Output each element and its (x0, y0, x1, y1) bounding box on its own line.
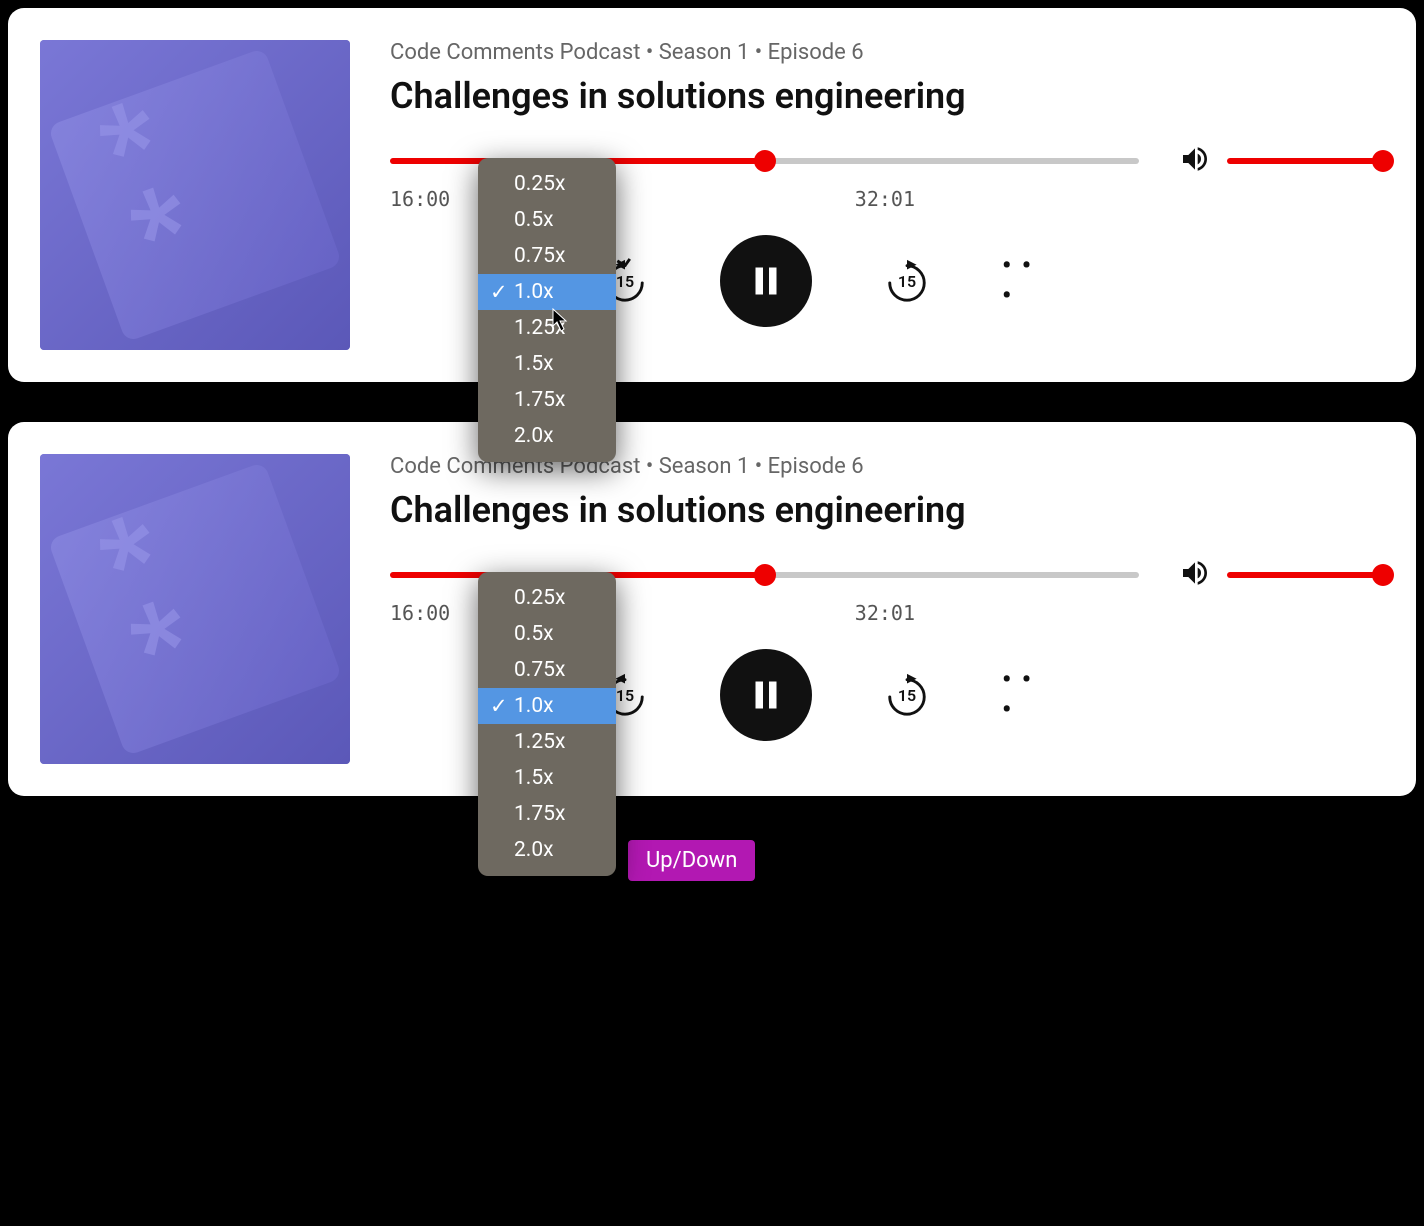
volume-slider[interactable] (1227, 158, 1384, 164)
skip-forward-seconds: 15 (898, 686, 916, 705)
speed-option[interactable]: 0.25x (478, 580, 616, 616)
speed-option-label: 0.75x (514, 244, 565, 268)
speed-option[interactable]: 2.0x (478, 418, 616, 454)
speed-option[interactable]: 1.25x (478, 724, 616, 760)
speed-option[interactable]: ✓1.0x (478, 688, 616, 724)
cover-art: ** (40, 454, 350, 764)
speed-option-label: 1.25x (514, 316, 565, 340)
speed-option[interactable]: 2.0x (478, 832, 616, 868)
speed-option[interactable]: ✓1.0x (478, 274, 616, 310)
media-player-card: ** Code Comments Podcast • Season 1 • Ep… (8, 422, 1416, 796)
cover-art: ** (40, 40, 350, 350)
ellipsis-icon: • • • (1002, 251, 1052, 311)
speed-option[interactable]: 1.5x (478, 760, 616, 796)
speed-option-label: 1.75x (514, 388, 565, 412)
pause-button[interactable] (720, 649, 812, 741)
speed-option-label: 0.5x (514, 208, 554, 232)
check-icon: ✓ (490, 280, 508, 305)
speed-option[interactable]: 0.25x (478, 166, 616, 202)
time-duration: 32:01 (855, 601, 915, 625)
skip-forward-button[interactable]: 15 (882, 256, 932, 306)
player-body: Code Comments Podcast • Season 1 • Episo… (390, 454, 1384, 764)
speed-option-label: 0.25x (514, 586, 565, 610)
speed-option-label: 1.5x (514, 766, 554, 790)
speed-option-label: 0.75x (514, 658, 565, 682)
speed-option[interactable]: 1.75x (478, 796, 616, 832)
time-elapsed: 16:00 (390, 187, 450, 211)
skip-back-seconds: 15 (616, 686, 634, 705)
more-options-button[interactable]: • • • (1002, 256, 1052, 306)
speed-option-label: 2.0x (514, 838, 554, 862)
speed-option[interactable]: 0.75x (478, 652, 616, 688)
speed-option[interactable]: 1.75x (478, 382, 616, 418)
speed-option-label: 1.5x (514, 352, 554, 376)
speed-option-label: 0.5x (514, 622, 554, 646)
speed-option-label: 1.25x (514, 730, 565, 754)
skip-back-seconds: 15 (616, 272, 634, 291)
speed-option-label: 1.0x (514, 694, 554, 718)
volume-icon[interactable] (1179, 143, 1211, 179)
episode-title: Challenges in solutions engineering (390, 489, 1384, 531)
keyboard-hint-badge: Up/Down (628, 840, 755, 881)
playback-speed-menu[interactable]: 0.25x0.5x0.75x✓1.0x1.25x1.5x1.75x2.0x (478, 158, 616, 462)
speed-option-label: 0.25x (514, 172, 565, 196)
episode-title: Challenges in solutions engineering (390, 75, 1384, 117)
speed-option[interactable]: 1.5x (478, 346, 616, 382)
check-icon: ✓ (490, 694, 508, 719)
speed-option-label: 1.0x (514, 280, 554, 304)
speed-option[interactable]: 0.5x (478, 202, 616, 238)
volume-slider[interactable] (1227, 572, 1384, 578)
volume-icon[interactable] (1179, 557, 1211, 593)
more-options-button[interactable]: • • • (1002, 670, 1052, 720)
player-body: Code Comments Podcast • Season 1 • Episo… (390, 40, 1384, 350)
speed-option[interactable]: 1.25x (478, 310, 616, 346)
ellipsis-icon: • • • (1002, 665, 1052, 725)
time-duration: 32:01 (855, 187, 915, 211)
speed-option-label: 2.0x (514, 424, 554, 448)
speed-option[interactable]: 0.5x (478, 616, 616, 652)
speed-option[interactable]: 0.75x (478, 238, 616, 274)
time-elapsed: 16:00 (390, 601, 450, 625)
media-player-card: ** Code Comments Podcast • Season 1 • Ep… (8, 8, 1416, 382)
skip-forward-seconds: 15 (898, 272, 916, 291)
speed-option-label: 1.75x (514, 802, 565, 826)
playback-speed-menu[interactable]: 0.25x0.5x0.75x✓1.0x1.25x1.5x1.75x2.0x (478, 572, 616, 876)
skip-forward-button[interactable]: 15 (882, 670, 932, 720)
pause-button[interactable] (720, 235, 812, 327)
episode-breadcrumb: Code Comments Podcast • Season 1 • Episo… (390, 40, 1384, 65)
